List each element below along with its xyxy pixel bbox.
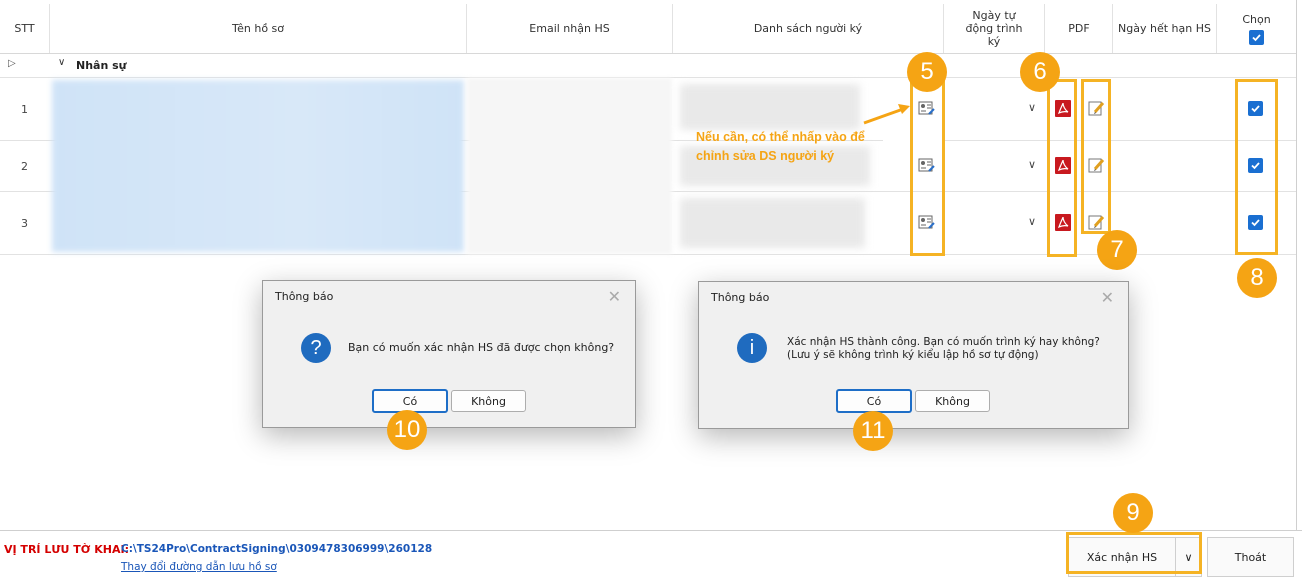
change-path-link[interactable]: Thay đổi đường dẫn lưu hồ sơ xyxy=(121,561,277,573)
col-header-pdf[interactable]: PDF xyxy=(1046,4,1113,53)
select-all-checkbox[interactable] xyxy=(1249,29,1264,45)
annotation-line-2: chỉnh sửa DS người ký xyxy=(696,149,835,163)
row-stt: 3 xyxy=(21,217,28,230)
edit-signers-icon[interactable] xyxy=(918,215,936,231)
dialog-message: Bạn có muốn xác nhận HS đã được chọn khô… xyxy=(348,341,615,354)
row-stt: 1 xyxy=(21,103,28,116)
group-row[interactable]: ▷ ∨ Nhân sự xyxy=(0,54,1296,78)
annotation-text: Nếu cần, có thể nhấp vào để chỉnh sửa DS… xyxy=(696,128,865,166)
dialog-message-line-2: (Lưu ý sẽ không trình ký kiểu lập hồ sơ … xyxy=(787,349,1039,361)
pdf-icon[interactable] xyxy=(1055,157,1071,174)
close-icon[interactable]: ✕ xyxy=(1101,288,1114,307)
col-header-email[interactable]: Email nhận HS xyxy=(467,4,673,53)
yes-button[interactable]: Có xyxy=(836,389,912,413)
edit-signers-icon[interactable] xyxy=(918,101,936,117)
confirm-dialog: Thông báo ✕ ? Bạn có muốn xác nhận HS đã… xyxy=(262,280,636,428)
info-icon: i xyxy=(737,333,767,363)
close-icon[interactable]: ✕ xyxy=(608,287,621,306)
col-header-ngay-tu-dong[interactable]: Ngày tự động trình ký xyxy=(944,4,1045,53)
blurred-emails xyxy=(467,78,672,254)
row-stt: 2 xyxy=(21,160,28,173)
date-dropdown-chevron-icon[interactable]: ∨ xyxy=(1028,158,1036,171)
note-edit-icon[interactable] xyxy=(1088,214,1106,231)
question-icon: ? xyxy=(301,333,331,363)
step-badge-9: 9 xyxy=(1113,493,1153,533)
chevron-down-icon[interactable]: ∨ xyxy=(58,57,65,68)
step-badge-6: 6 xyxy=(1020,52,1060,92)
step-badge-10: 10 xyxy=(387,410,427,450)
col-header-stt[interactable]: STT xyxy=(0,4,50,53)
blurred-signers xyxy=(680,84,860,130)
exit-button[interactable]: Thoát xyxy=(1207,537,1294,577)
date-dropdown-chevron-icon[interactable]: ∨ xyxy=(1028,101,1036,114)
note-edit-icon[interactable] xyxy=(1088,157,1106,174)
pdf-icon[interactable] xyxy=(1055,100,1071,117)
date-dropdown-chevron-icon[interactable]: ∨ xyxy=(1028,215,1036,228)
col-header-nguoi-ky[interactable]: Danh sách người ký xyxy=(673,4,944,53)
note-edit-icon[interactable] xyxy=(1088,100,1106,117)
blurred-file-names xyxy=(52,80,464,252)
col-header-chon-label: Chọn xyxy=(1242,12,1271,26)
step-badge-8: 8 xyxy=(1237,258,1277,298)
dialog-title: Thông báo xyxy=(711,291,770,304)
dialog-title: Thông báo xyxy=(275,290,334,303)
dialog-message-line-1: Xác nhận HS thành công. Bạn có muốn trìn… xyxy=(787,336,1100,348)
highlight-confirm xyxy=(1066,532,1202,574)
pdf-icon[interactable] xyxy=(1055,214,1071,231)
col-header-ten-ho-so[interactable]: Tên hồ sơ xyxy=(50,4,467,53)
blurred-signers xyxy=(680,198,865,248)
annotation-line-1: Nếu cần, có thể nhấp vào để xyxy=(696,130,865,144)
save-location-label: VỊ TRÍ LƯU TỜ KHAI: xyxy=(4,543,129,556)
no-button[interactable]: Không xyxy=(915,390,990,412)
annotation-arrow-icon xyxy=(863,104,910,125)
step-badge-11: 11 xyxy=(853,411,893,451)
group-label: Nhân sự xyxy=(76,59,127,72)
edit-signers-icon[interactable] xyxy=(918,158,936,174)
col-header-ngay-het-han[interactable]: Ngày hết hạn HS xyxy=(1113,4,1217,53)
step-badge-5: 5 xyxy=(907,52,947,92)
step-badge-7: 7 xyxy=(1097,230,1137,270)
save-location-path: C:\TS24Pro\ContractSigning\0309478306999… xyxy=(121,543,433,555)
no-button[interactable]: Không xyxy=(451,390,526,412)
grid-right-border xyxy=(1296,0,1297,530)
row-checkbox[interactable] xyxy=(1248,215,1263,230)
success-dialog: Thông báo ✕ i Xác nhận HS thành công. Bạ… xyxy=(698,281,1129,429)
row-checkbox[interactable] xyxy=(1248,101,1263,116)
row-checkbox[interactable] xyxy=(1248,158,1263,173)
col-header-chon[interactable]: Chọn xyxy=(1217,4,1297,53)
expand-arrow-icon[interactable]: ▷ xyxy=(8,58,16,69)
